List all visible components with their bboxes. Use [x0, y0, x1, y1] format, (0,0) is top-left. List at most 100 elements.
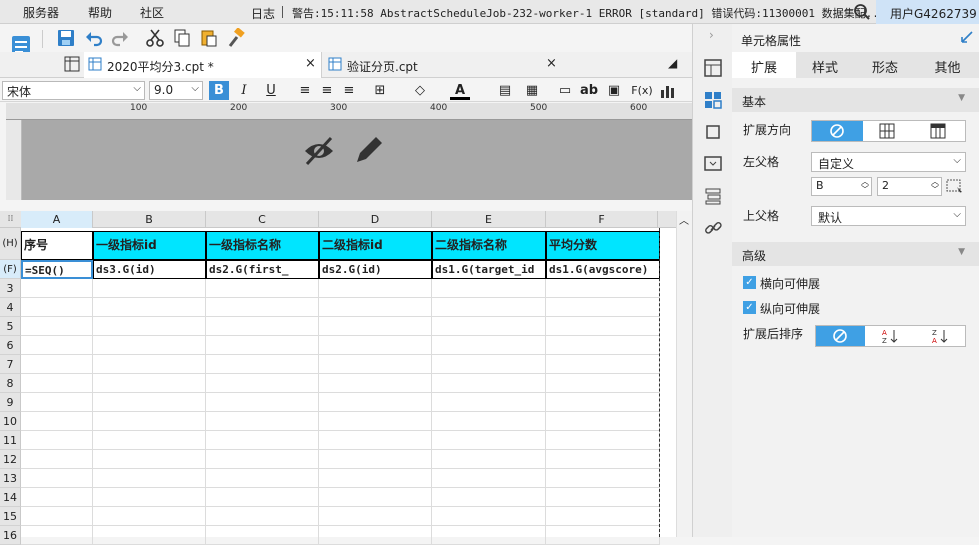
close-icon[interactable]: × — [305, 56, 316, 71]
empty-cell[interactable] — [93, 507, 206, 526]
empty-cell[interactable] — [21, 393, 93, 412]
empty-cell[interactable] — [432, 374, 546, 393]
empty-cell[interactable] — [432, 279, 546, 298]
column-header-e[interactable]: E — [432, 211, 546, 228]
font-color-icon[interactable]: A — [450, 81, 470, 100]
empty-cell[interactable] — [546, 393, 660, 412]
empty-cell[interactable] — [319, 450, 432, 469]
font-size-select[interactable]: 9.0 ⌵ — [149, 81, 203, 100]
empty-cell[interactable] — [93, 488, 206, 507]
empty-cell[interactable] — [319, 526, 432, 545]
row-header[interactable]: 3 — [0, 279, 21, 298]
empty-cell[interactable] — [21, 507, 93, 526]
empty-cell[interactable] — [93, 469, 206, 488]
bold-button[interactable]: B — [209, 81, 229, 100]
row-header[interactable]: 15 — [0, 507, 21, 526]
empty-cell[interactable] — [546, 279, 660, 298]
widget-icon[interactable] — [703, 154, 723, 174]
format-painter-icon[interactable] — [226, 28, 246, 48]
empty-cell[interactable] — [206, 393, 319, 412]
column-header-b[interactable]: B — [93, 211, 206, 228]
empty-cell[interactable] — [21, 355, 93, 374]
search-icon[interactable] — [853, 3, 871, 21]
empty-cell[interactable] — [21, 279, 93, 298]
row-header[interactable]: 10 — [0, 412, 21, 431]
redo-icon[interactable] — [110, 28, 130, 48]
empty-cell[interactable] — [319, 298, 432, 317]
empty-cell[interactable] — [546, 488, 660, 507]
collapse-icon[interactable] — [960, 30, 974, 44]
paste-icon[interactable] — [199, 28, 219, 48]
empty-cell[interactable] — [432, 488, 546, 507]
empty-cell[interactable] — [21, 488, 93, 507]
italic-button[interactable]: I — [234, 81, 254, 100]
row-header[interactable]: 16 — [0, 526, 21, 545]
empty-cell[interactable] — [93, 393, 206, 412]
row-header[interactable]: 8 — [0, 374, 21, 393]
formula-button[interactable]: F(x) — [630, 81, 654, 100]
empty-cell[interactable] — [93, 317, 206, 336]
row-header[interactable]: 11 — [0, 431, 21, 450]
section-advanced[interactable]: 高级 ▼ — [732, 242, 979, 266]
tab-label[interactable]: 验证分页.cpt — [347, 52, 418, 78]
empty-cell[interactable] — [93, 526, 206, 545]
empty-cell[interactable] — [319, 279, 432, 298]
empty-cell[interactable] — [21, 431, 93, 450]
row-header[interactable]: 13 — [0, 469, 21, 488]
empty-cell[interactable] — [93, 431, 206, 450]
empty-cell[interactable] — [546, 431, 660, 450]
tab-form[interactable]: 形态 — [854, 52, 916, 78]
empty-cell[interactable] — [21, 412, 93, 431]
empty-cell[interactable] — [206, 450, 319, 469]
empty-cell[interactable] — [206, 526, 319, 545]
row-header[interactable]: 5 — [0, 317, 21, 336]
grid-icon[interactable] — [64, 56, 80, 72]
empty-cell[interactable] — [21, 469, 93, 488]
empty-cell[interactable] — [319, 431, 432, 450]
empty-cell[interactable] — [432, 412, 546, 431]
select-all-icon[interactable]: ⁞⁞ — [0, 211, 21, 228]
empty-cell[interactable] — [546, 450, 660, 469]
align-right-icon[interactable]: ≡ — [339, 81, 359, 100]
align-center-icon[interactable]: ≡ — [317, 81, 337, 100]
empty-cell[interactable] — [319, 507, 432, 526]
underline-button[interactable]: U — [261, 81, 281, 100]
cell-f2[interactable]: ds1.G(avgscore) — [546, 260, 660, 279]
empty-cell[interactable] — [546, 412, 660, 431]
tab-other[interactable]: 其他 — [916, 52, 979, 78]
cut-icon[interactable] — [145, 28, 165, 48]
empty-cell[interactable] — [206, 336, 319, 355]
cell-a2[interactable]: =SEQ() — [21, 260, 93, 279]
empty-cell[interactable] — [206, 507, 319, 526]
crop-icon[interactable] — [703, 122, 723, 142]
left-parent-select[interactable]: 自定义 ⌵ — [811, 152, 966, 172]
cell-c1[interactable]: 一级指标名称 — [206, 231, 319, 260]
row-header[interactable]: 4 — [0, 298, 21, 317]
empty-cell[interactable] — [206, 374, 319, 393]
empty-cell[interactable] — [546, 298, 660, 317]
left-parent-column-input[interactable]: B ︿ ﹀ — [811, 177, 872, 196]
empty-cell[interactable] — [206, 488, 319, 507]
left-parent-row-input[interactable]: 2 ︿ ﹀ — [877, 177, 942, 196]
empty-cell[interactable] — [21, 298, 93, 317]
empty-cell[interactable] — [206, 431, 319, 450]
vertical-scrollbar[interactable]: ︿ — [676, 211, 692, 537]
user-account[interactable]: 用户G4262739 — [876, 0, 979, 24]
empty-cell[interactable] — [319, 336, 432, 355]
chevron-right-icon[interactable]: › — [709, 28, 714, 42]
empty-cell[interactable] — [21, 450, 93, 469]
menu-server[interactable]: 服务器 — [23, 4, 59, 21]
empty-cell[interactable] — [21, 317, 93, 336]
empty-cell[interactable] — [93, 298, 206, 317]
sort-ascending-icon[interactable]: AZ — [881, 328, 899, 344]
empty-cell[interactable] — [206, 298, 319, 317]
empty-cell[interactable] — [546, 374, 660, 393]
cell-f1[interactable]: 平均分数 — [546, 231, 660, 260]
undo-icon[interactable] — [84, 28, 104, 48]
column-header-d[interactable]: D — [319, 211, 432, 228]
empty-cell[interactable] — [546, 355, 660, 374]
column-header-f[interactable]: F — [546, 211, 658, 228]
condition-icon[interactable] — [703, 186, 723, 206]
close-icon[interactable]: × — [546, 56, 557, 71]
text-ab-button[interactable]: ab — [579, 81, 599, 100]
